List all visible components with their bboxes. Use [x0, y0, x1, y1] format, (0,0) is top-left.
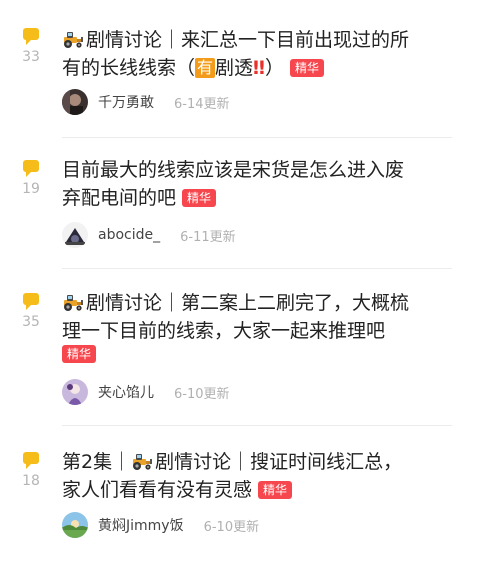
- avatar[interactable]: [62, 512, 88, 538]
- post-item-2[interactable]: 19 目前最大的线索应该是宋货是怎么进入废 弃配电间的吧 精华 abocide_ …: [0, 138, 480, 268]
- tractor-icon: [131, 452, 153, 470]
- post-title[interactable]: 目前最大的线索应该是宋货是怎么进入废 弃配电间的吧 精华: [62, 156, 462, 212]
- avatar[interactable]: [62, 379, 88, 405]
- post-item-3[interactable]: 35 剧情讨论｜第二案上二刷完了，大概梳 理一下目前的线索，大家一起来推理吧 精…: [0, 269, 480, 419]
- update-time: 6-10更新: [174, 386, 230, 402]
- author-name[interactable]: 夹心馅儿: [98, 382, 154, 402]
- tractor-icon: [62, 293, 84, 311]
- comment-bubble-icon: [23, 28, 39, 45]
- avatar[interactable]: [62, 89, 88, 115]
- post-meta: 黄焖Jimmy饭 6-10更新: [62, 512, 259, 538]
- comment-bubble-icon: [23, 160, 39, 177]
- reply-count-block: 18: [20, 452, 42, 489]
- author-name[interactable]: 千万勇敢: [98, 92, 154, 112]
- reply-count: 19: [22, 181, 40, 197]
- featured-badge: 精华: [182, 189, 217, 207]
- reply-count-block: 19: [20, 160, 42, 197]
- post-meta: 千万勇敢 6-14更新: [62, 89, 230, 115]
- reply-count: 18: [22, 473, 40, 489]
- reply-count: 35: [22, 314, 40, 330]
- reply-count-block: 35: [20, 293, 42, 330]
- post-item-4[interactable]: 18 第2集｜ 剧情讨论｜搜证时间线汇总， 家人们看看有没有灵感 精华 黄焖Jimm…: [0, 426, 480, 561]
- reply-count-block: 33: [20, 28, 42, 65]
- update-time: 6-10更新: [203, 519, 260, 535]
- update-time: 6-14更新: [174, 96, 230, 112]
- tractor-icon: [62, 30, 84, 48]
- post-title[interactable]: 剧情讨论｜第二案上二刷完了，大概梳 理一下目前的线索，大家一起来推理吧: [62, 289, 462, 345]
- post-title[interactable]: 剧情讨论｜来汇总一下目前出现过的所 有的长线线索（有剧透‼）精华: [62, 26, 462, 82]
- comment-bubble-icon: [23, 293, 39, 310]
- post-meta: abocide_ 6-11更新: [62, 222, 236, 248]
- post-item-1[interactable]: 33 剧情讨论｜来汇总一下目前出现过的所 有的长线线索（有剧透‼）精华 千万勇敢…: [0, 0, 480, 135]
- post-meta: 夹心馅儿 6-10更新: [62, 379, 230, 405]
- comment-bubble-icon: [23, 452, 39, 469]
- featured-badge: 精华: [258, 481, 293, 499]
- update-time: 6-11更新: [180, 229, 236, 245]
- author-name[interactable]: abocide_: [98, 227, 160, 243]
- featured-badge: 精华: [62, 345, 97, 363]
- reply-count: 33: [22, 49, 40, 65]
- spoiler-box: 有: [195, 58, 216, 78]
- featured-badge: 精华: [289, 59, 324, 77]
- double-exclamation-icon: ‼: [253, 57, 265, 79]
- avatar[interactable]: [62, 222, 88, 248]
- author-name[interactable]: 黄焖Jimmy饭: [98, 515, 184, 535]
- post-title[interactable]: 第2集｜ 剧情讨论｜搜证时间线汇总， 家人们看看有没有灵感 精华: [62, 448, 462, 504]
